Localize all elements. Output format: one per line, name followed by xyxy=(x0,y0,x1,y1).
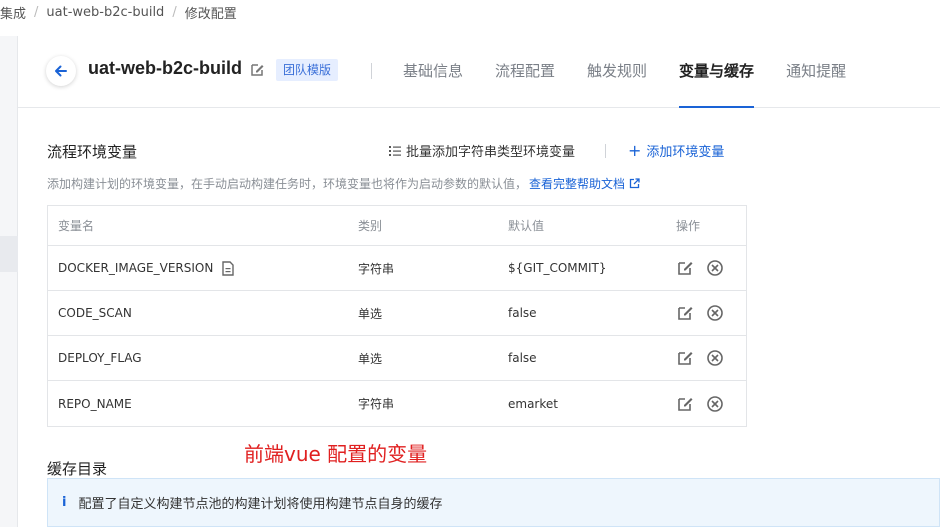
arrow-left-icon xyxy=(55,65,67,77)
toolbar-divider xyxy=(605,143,607,158)
delete-icon[interactable] xyxy=(706,349,724,367)
var-ops xyxy=(666,259,746,277)
breadcrumb: 集成 / uat-web-b2c-build / 修改配置 xyxy=(0,0,940,24)
cache-info-text: 配置了自定义构建节点池的构建计划将使用构建节点自身的缓存 xyxy=(78,497,443,512)
env-vars-description: 添加构建计划的环境变量，在手动启动构建任务时，环境变量也将作为启动参数的默认值，… xyxy=(47,175,640,192)
help-doc-link[interactable]: 查看完整帮助文档 xyxy=(529,177,625,191)
tab-basic-info[interactable]: 基础信息 xyxy=(403,36,463,108)
var-type: 字符串 xyxy=(358,261,395,276)
env-vars-table: 变量名 类别 默认值 操作 DOCKER_IMAGE_VERSION 字符串 $… xyxy=(47,205,747,427)
delete-icon[interactable] xyxy=(706,395,724,413)
var-name-cell: DOCKER_IMAGE_VERSION xyxy=(48,260,348,276)
edit-icon[interactable] xyxy=(249,62,265,78)
var-name: DEPLOY_FLAG xyxy=(58,351,142,365)
back-button[interactable] xyxy=(46,56,76,86)
var-type: 字符串 xyxy=(358,397,395,411)
breadcrumb-item-plan[interactable]: uat-web-b2c-build xyxy=(46,5,164,20)
env-vars-title: 流程环境变量 xyxy=(47,143,138,161)
var-name: DOCKER_IMAGE_VERSION xyxy=(58,261,214,275)
breadcrumb-separator: / xyxy=(34,4,39,20)
breadcrumb-item-integration[interactable]: 集成 xyxy=(0,3,26,22)
var-default: false xyxy=(508,351,537,365)
cache-dir-title: 缓存目录 xyxy=(47,460,108,478)
edit-icon[interactable] xyxy=(676,259,694,277)
table-header-row: 变量名 类别 默认值 操作 xyxy=(48,206,746,246)
var-name: CODE_SCAN xyxy=(58,306,132,320)
var-name: REPO_NAME xyxy=(58,396,132,411)
header-default: 默认值 xyxy=(508,219,545,233)
list-icon xyxy=(389,145,401,156)
document-icon[interactable] xyxy=(221,260,235,276)
tab-notifications[interactable]: 通知提醒 xyxy=(786,36,846,108)
add-env-var-label: 添加环境变量 xyxy=(646,145,725,160)
plus-icon: + xyxy=(628,140,642,160)
table-row: CODE_SCAN 单选 false xyxy=(48,291,746,336)
var-default: emarket xyxy=(508,396,558,411)
table-row: DEPLOY_FLAG 单选 false xyxy=(48,336,746,381)
batch-add-button[interactable]: 批量添加字符串类型环境变量 xyxy=(388,141,575,160)
external-link-icon[interactable] xyxy=(629,178,640,189)
breadcrumb-item-current: 修改配置 xyxy=(184,6,237,22)
info-icon: i xyxy=(62,495,67,510)
var-ops xyxy=(666,304,746,322)
team-template-badge: 团队模版 xyxy=(276,59,339,81)
var-ops xyxy=(666,395,746,413)
red-annotation: 前端vue 配置的变量 xyxy=(244,442,428,466)
header-type: 类别 xyxy=(358,219,383,233)
page-header: uat-web-b2c-build 团队模版 基础信息 流程配置 触发规则 变量… xyxy=(18,36,940,108)
edit-icon[interactable] xyxy=(676,349,694,367)
edit-icon[interactable] xyxy=(676,395,694,413)
sidebar-active-item[interactable] xyxy=(0,236,18,272)
var-default: ${GIT_COMMIT} xyxy=(508,261,607,275)
header-divider xyxy=(371,63,372,79)
var-ops xyxy=(666,349,746,367)
tab-flow-config[interactable]: 流程配置 xyxy=(495,36,555,108)
edit-icon[interactable] xyxy=(676,304,694,322)
add-env-var-button[interactable]: + 添加环境变量 xyxy=(628,141,724,160)
delete-icon[interactable] xyxy=(706,259,724,277)
table-row: DOCKER_IMAGE_VERSION 字符串 ${GIT_COMMIT} xyxy=(48,246,746,291)
page-title: uat-web-b2c-build xyxy=(88,58,242,78)
cache-info-banner: i 配置了自定义构建节点池的构建计划将使用构建节点自身的缓存 xyxy=(47,478,940,527)
breadcrumb-separator: / xyxy=(172,4,177,20)
table-row: REPO_NAME 字符串 emarket xyxy=(48,381,746,426)
var-type: 单选 xyxy=(358,351,383,366)
env-vars-toolbar: 批量添加字符串类型环境变量 + 添加环境变量 xyxy=(388,141,724,160)
tab-bar: 基础信息 流程配置 触发规则 变量与缓存 通知提醒 xyxy=(403,36,878,108)
left-sidebar-rail xyxy=(0,36,18,527)
var-type: 单选 xyxy=(358,306,383,321)
var-default: false xyxy=(508,306,537,320)
batch-add-label: 批量添加字符串类型环境变量 xyxy=(406,145,576,160)
header-ops: 操作 xyxy=(676,219,701,233)
tab-trigger-rules[interactable]: 触发规则 xyxy=(587,36,647,108)
header-name: 变量名 xyxy=(58,219,95,233)
delete-icon[interactable] xyxy=(706,304,724,322)
tab-variables-cache[interactable]: 变量与缓存 xyxy=(679,36,755,108)
description-text: 添加构建计划的环境变量，在手动启动构建任务时，环境变量也将作为启动参数的默认值， xyxy=(47,177,528,191)
